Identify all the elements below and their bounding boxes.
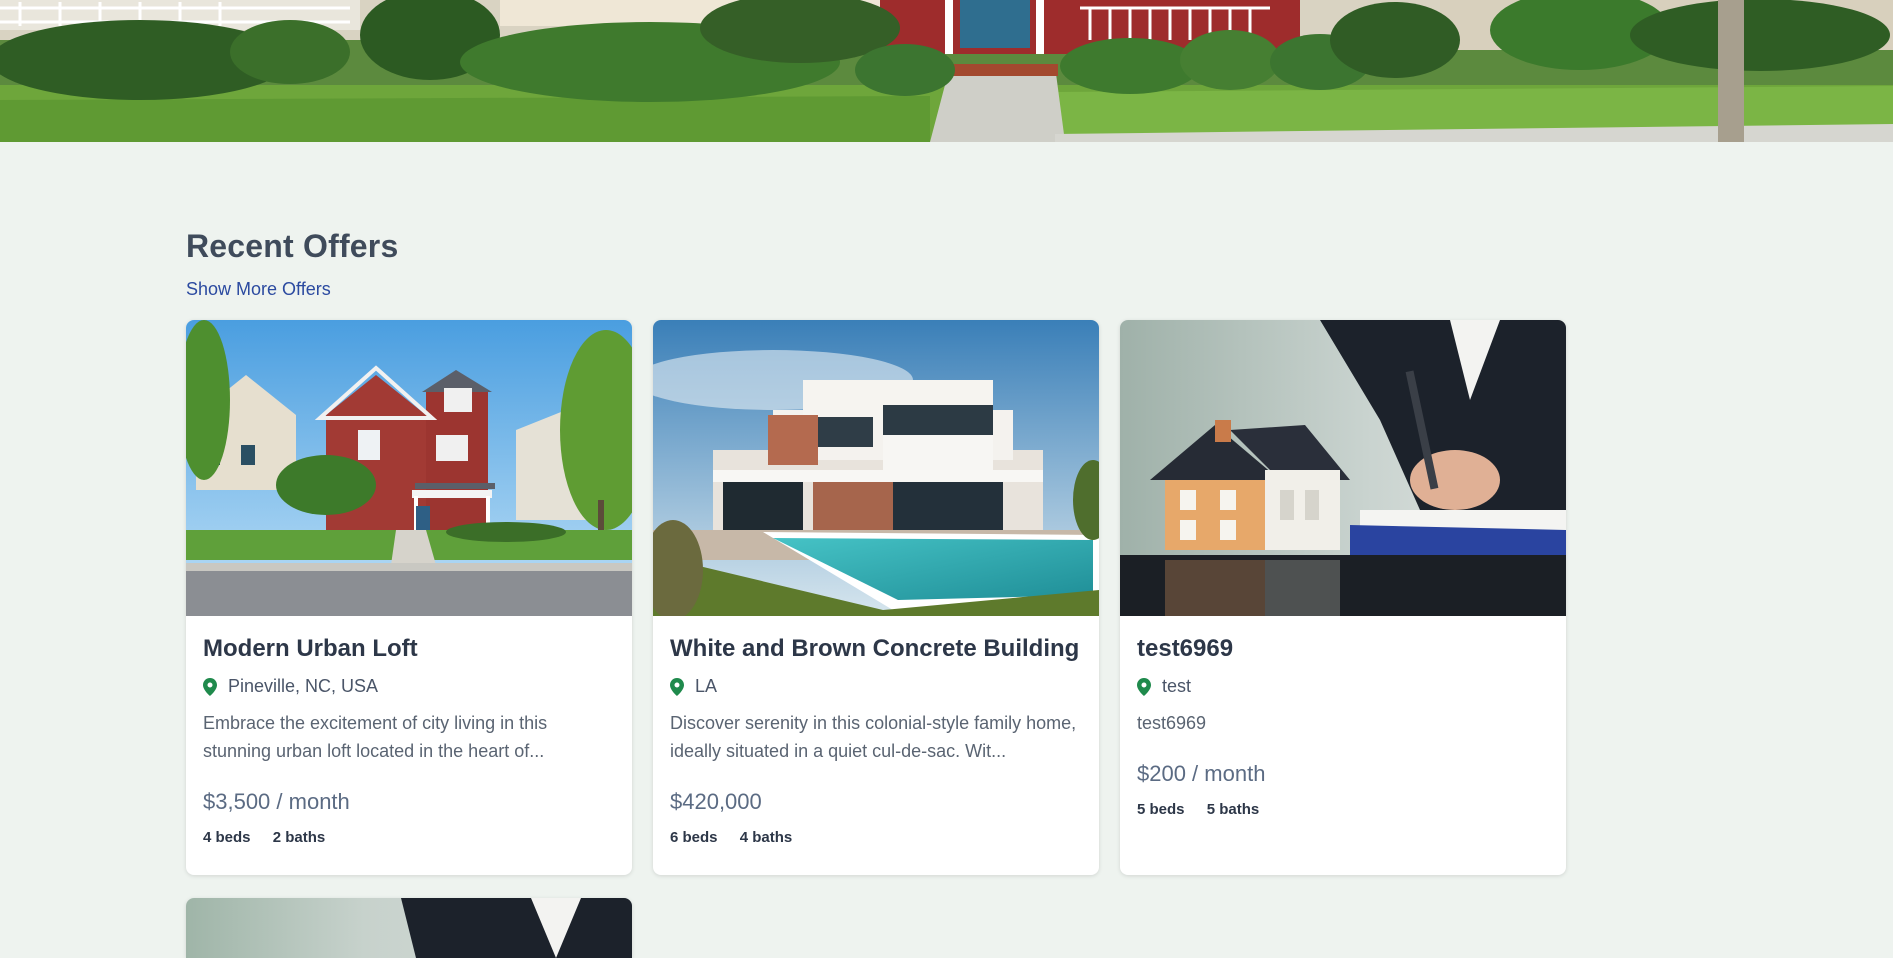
listing-photo [653,320,1099,616]
listing-description: test6969 [1137,713,1207,733]
listing-title: Modern Urban Loft [203,635,418,662]
listing-baths: 5 baths [1206,801,1260,818]
listing-title: White and Brown Concrete Building [670,635,1080,662]
map-pin-icon [203,677,217,696]
listing-price: $200 / month [1137,761,1266,786]
listing-location: Pineville, NC, USA [228,676,379,696]
map-pin-icon [670,677,684,696]
show-more-offers-link[interactable]: Show More Offers [186,279,331,300]
listing-card[interactable]: Modern Urban Loft Pineville, NC, USA Emb… [186,320,632,875]
listing-photo [186,898,632,958]
listing-baths: 4 baths [739,829,793,846]
listing-photo [1120,320,1566,616]
listing-baths: 2 baths [272,829,326,846]
listing-photo [186,320,632,616]
listing-price: $3,500 / month [203,789,350,814]
listing-beds: 6 beds [670,829,718,846]
listing-title: test6969 [1137,635,1234,662]
listing-beds: 4 beds [203,829,251,846]
map-pin-icon [1137,677,1151,696]
listing-location: test [1162,676,1192,696]
listing-description: Embrace the excitement of city living in… [203,713,548,761]
listing-beds: 5 beds [1137,801,1185,818]
listing-card[interactable] [186,898,632,958]
listing-description: Discover serenity in this colonial-style… [670,713,1077,761]
section-title: Recent Offers [186,228,399,264]
listing-card[interactable]: test6969 test test6969 $200 / month 5 be… [1120,320,1566,875]
hero-banner-image [0,0,1893,142]
listing-card[interactable]: White and Brown Concrete Building LA Dis… [653,320,1099,875]
listing-price: $420,000 [670,789,762,814]
listing-location: LA [695,676,718,696]
